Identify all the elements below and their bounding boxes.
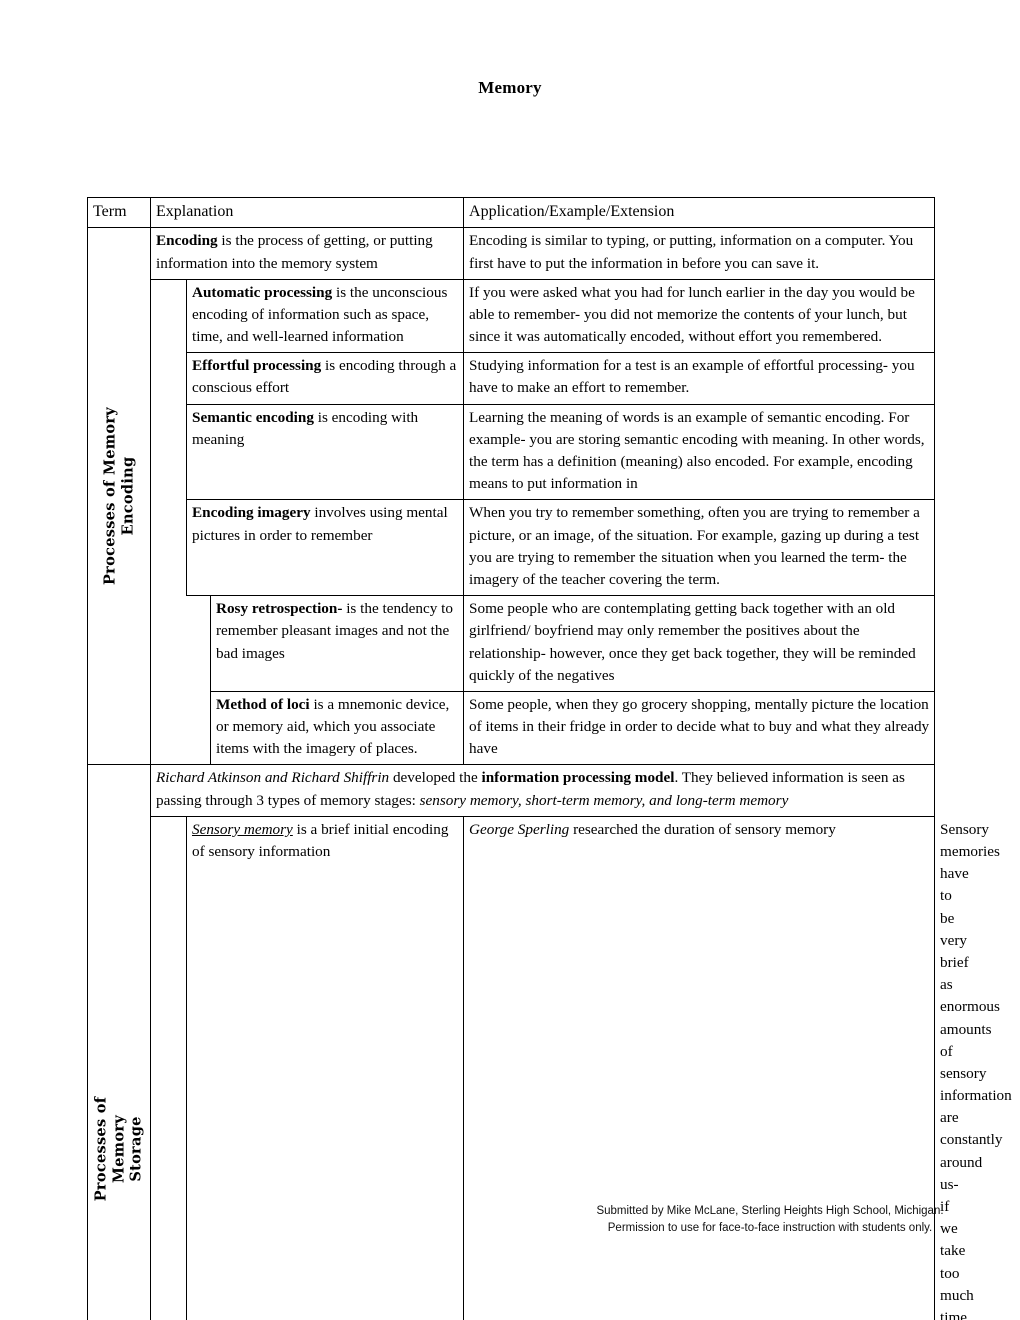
table-header-row: Term Explanation Application/Example/Ext… [87,196,936,229]
table-row: Automatic processing is the unconscious … [88,278,936,354]
page-title: Memory [478,78,542,97]
cell-application: Studying information for a test is an ex… [463,352,936,405]
cell-explanation: Semantic encoding is encoding with meani… [185,403,465,501]
indent-spacer-1 [151,596,187,692]
cell-explanation: Automatic processing is the unconscious … [185,278,465,354]
term-name: Rosy retrospection- [216,600,343,618]
footer-credit: Submitted by Mike McLane, Sterling Heigh… [560,1203,980,1237]
section-label-processes-of-memory-encoding: Processes of Memory Encoding [87,227,151,765]
cell-explanation: Rosy retrospection- is the tendency to r… [209,595,465,692]
cell-application: Some people, when they go grocery shoppi… [463,690,936,766]
term-name: Encoding imagery [192,504,311,522]
cell-explanation: Encoding imagery involves using mental p… [185,499,465,597]
intro-model-name: information processing model [481,769,675,787]
cell-application: Learning the meaning of words is an exam… [463,403,936,501]
cell-application: When you try to remember something, ofte… [463,499,936,597]
document-page: Memory Term Explanation Application/Exam… [0,0,1020,1320]
indent-spacer-1 [151,816,187,1320]
intro-researchers: Richard Atkinson and Richard Shiffrin [156,769,390,787]
indent-spacer-2 [187,596,211,692]
table-row: Processes of Memory Encoding Encoding is… [87,227,936,765]
intro-memory-stages: sensory memory, short-term memory, and l… [419,791,789,809]
term-name: Semantic encoding [192,408,314,426]
indent-spacer-1 [151,353,187,404]
term-name: Automatic processing [192,283,333,301]
memory-table: Term Explanation Application/Example/Ext… [87,196,1012,1320]
cell-explanation: Method of loci is a mnemonic device, or … [209,690,465,766]
indent-spacer-2 [187,691,211,765]
researcher-description: researched the duration of sensory memor… [569,820,836,838]
term-name: Sensory memory [192,820,293,838]
table-row: Semantic encoding is encoding with meani… [88,403,936,501]
term-name: Encoding [156,232,218,250]
table-row: Method of loci is a mnemonic device, or … [88,690,936,766]
cell-application: Some people who are contemplating gettin… [463,595,936,692]
table-row: Processes of Memory Storage Richard Atki… [87,764,936,1320]
vertical-label-text: Processes of Memory Storage [92,1096,145,1202]
vertical-label-text: Processes of Memory Encoding [101,407,136,586]
cell-section-intro: Richard Atkinson and Richard Shiffrin de… [149,764,936,817]
researcher-name: George Sperling [469,820,570,838]
header-application: Application/Example/Extension [463,196,936,229]
header-explanation: Explanation [149,196,465,229]
section-label-processes-of-memory-storage: Processes of Memory Storage [87,764,151,1320]
header-term: Term [87,196,151,229]
table-row: Effortful processing is encoding through… [88,352,936,405]
cell-explanation: Sensory memory is a brief initial encodi… [185,815,465,1320]
indent-spacer-1 [151,404,187,500]
memory-table-wrapper: Term Explanation Application/Example/Ext… [87,196,1012,1320]
footer-line-2: Permission to use for face-to-face instr… [607,1222,933,1235]
cell-application: Encoding is similar to typing, or puttin… [463,227,936,280]
cell-application: If you were asked what you had for lunch… [463,278,936,354]
intro-mid-text: developed the [389,769,482,787]
cell-researcher: George Sperling researched the duration … [463,815,936,1320]
indent-spacer-1 [151,279,187,353]
table-row: Sensory memory is a brief initial encodi… [88,815,1012,1320]
table-row: Encoding imagery involves using mental p… [88,499,936,597]
footer-line-1: Submitted by Mike McLane, Sterling Heigh… [596,1205,944,1217]
cell-explanation: Encoding is the process of getting, or p… [149,227,465,280]
indent-spacer-1 [151,691,187,765]
indent-spacer-1 [151,500,187,596]
term-name: Method of loci [216,695,310,713]
table-row: Rosy retrospection- is the tendency to r… [88,595,936,692]
term-name: Effortful processing [192,357,322,375]
cell-explanation: Effortful processing is encoding through… [185,352,465,405]
